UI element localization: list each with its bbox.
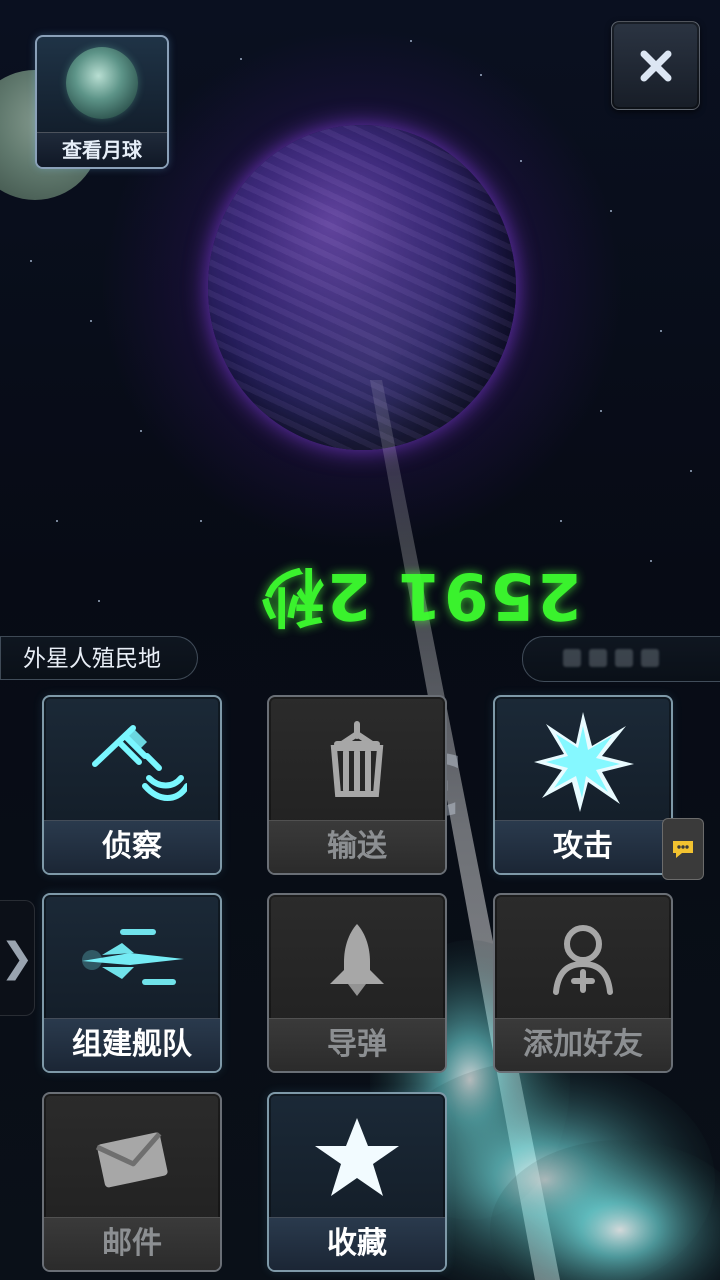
add-friend-icon [495,895,671,1023]
transport-label: 输送 [269,820,445,873]
attack-button[interactable]: 攻击 [493,695,673,875]
mirrored-overlay-text: 2591 2秒 [258,558,582,632]
missile-label: 导弹 [269,1018,445,1071]
close-button[interactable] [611,21,700,110]
fleet-label: 组建舰队 [44,1018,220,1071]
mail-icon [44,1094,220,1222]
satellite-scan-icon [92,725,187,801]
missile-icon [269,895,445,1023]
mail-label: 邮件 [44,1217,220,1270]
missile-icon-svg [330,924,384,996]
attack-icon [495,697,671,825]
add-friend-icon-svg [553,925,613,995]
scout-icon [44,697,220,825]
fleet-icon [44,895,220,1023]
mail-button[interactable]: 邮件 [42,1092,222,1272]
favorite-button[interactable]: 收藏 [267,1092,447,1272]
scout-label: 侦察 [44,820,220,873]
chevron-right-icon: ❯ [0,935,34,981]
mail-icon-svg [95,1132,168,1188]
transport-icon [269,697,445,825]
missile-button[interactable]: 导弹 [267,893,447,1073]
moon-thumbnail-icon [66,47,138,119]
planet-info-plate [522,636,720,682]
add-friend-button[interactable]: 添加好友 [493,893,673,1073]
side-expand-tab[interactable]: ❯ [0,900,35,1016]
favorite-icon [269,1094,445,1222]
explosion-icon [534,712,634,812]
star-icon [315,1118,399,1196]
chat-button[interactable] [662,818,704,880]
favorite-label: 收藏 [269,1217,445,1270]
obscured-info [563,649,683,667]
view-moon-button[interactable]: 查看月球 [35,35,169,169]
close-icon [640,50,671,81]
transport-button[interactable]: 输送 [267,695,447,875]
planet-name-plate: 外星人殖民地 [0,636,198,680]
fleet-button[interactable]: 组建舰队 [42,893,222,1073]
spaceship-fleet-icon [82,929,184,985]
cargo-crate-icon [330,721,384,797]
alien-planet[interactable] [208,125,516,450]
chat-bubble-icon [673,841,693,858]
add-friend-label: 添加好友 [495,1018,671,1071]
attack-label: 攻击 [495,820,671,873]
scout-button[interactable]: 侦察 [42,695,222,875]
view-moon-label: 查看月球 [37,132,167,167]
